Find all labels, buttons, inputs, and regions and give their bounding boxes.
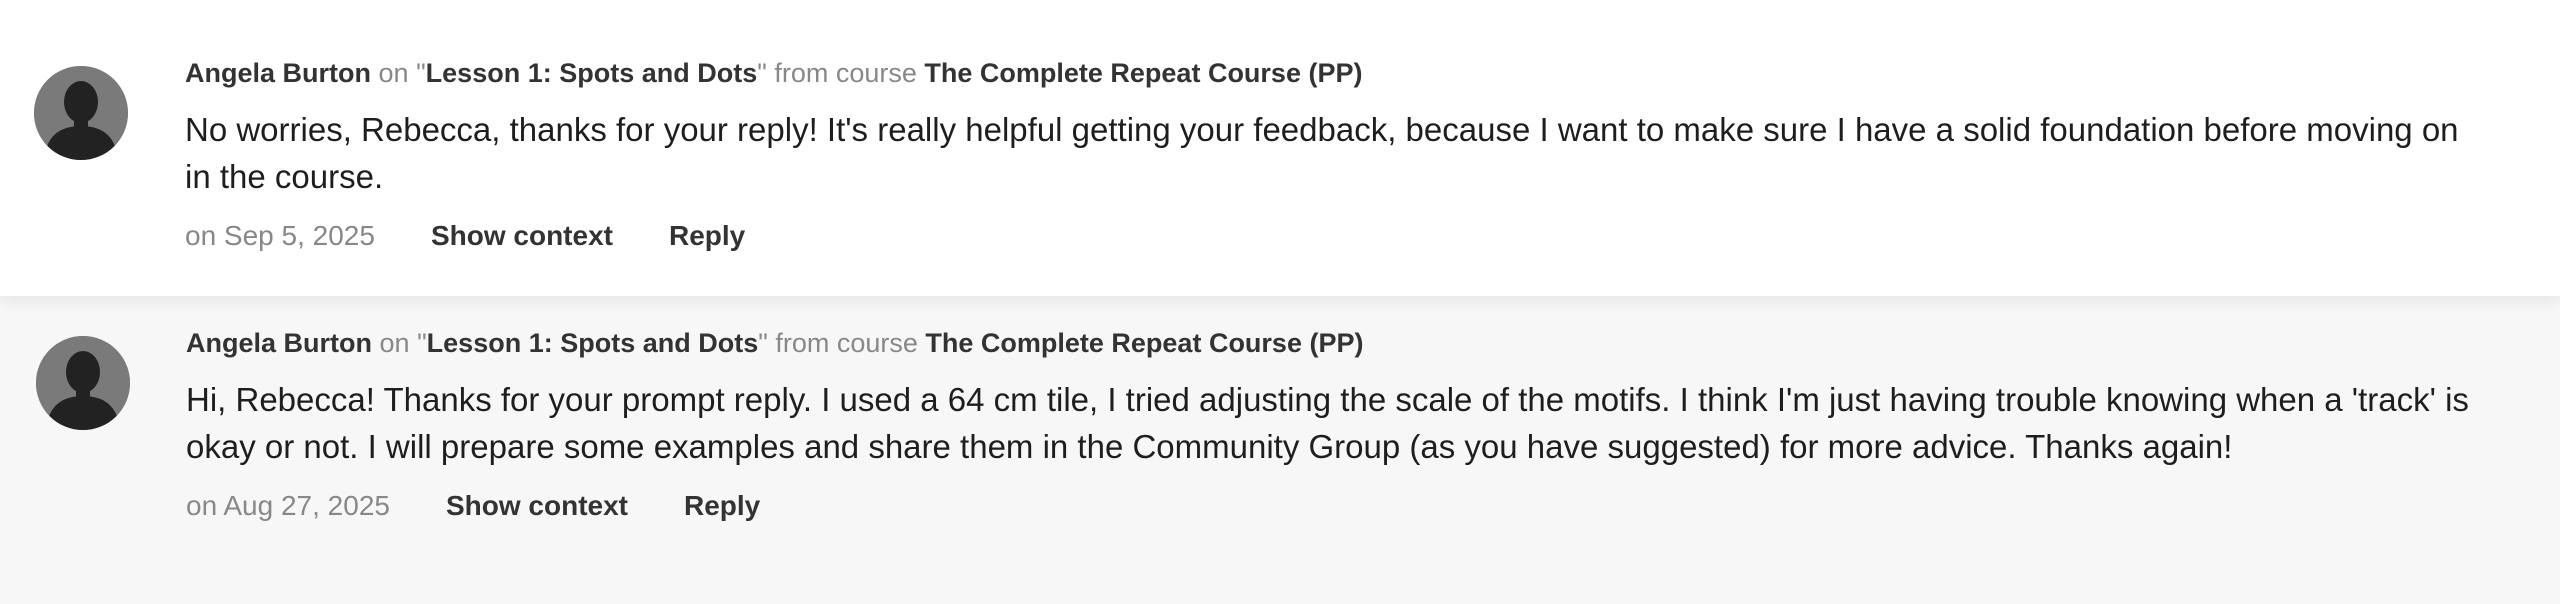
show-context-button[interactable]: Show context (431, 220, 613, 252)
lesson-quote-close: " (758, 328, 768, 358)
lesson-link[interactable]: Lesson 1: Spots and Dots (427, 328, 759, 358)
course-link[interactable]: The Complete Repeat Course (PP) (924, 58, 1362, 88)
comment-footer: on Sep 5, 2025 Show context Reply (185, 214, 2560, 258)
avatar[interactable] (36, 336, 130, 430)
from-course-word: from course (775, 328, 918, 358)
avatar[interactable] (34, 66, 128, 160)
comment-footer: on Aug 27, 2025 Show context Reply (186, 484, 2560, 528)
comment-meta: Angela Burton on "Lesson 1: Spots and Do… (185, 56, 2560, 90)
from-course-word: from course (774, 58, 917, 88)
comment-item: Angela Burton on "Lesson 1: Spots and Do… (0, 0, 2560, 296)
on-word: on (379, 328, 410, 358)
show-context-button[interactable]: Show context (446, 490, 628, 522)
user-silhouette-icon (36, 336, 130, 430)
lesson-quote-open: " (416, 58, 426, 88)
lesson-link[interactable]: Lesson 1: Spots and Dots (426, 58, 758, 88)
comment-text: Hi, Rebecca! Thanks for your prompt repl… (186, 381, 2469, 465)
course-link[interactable]: The Complete Repeat Course (PP) (925, 328, 1363, 358)
on-word: on (378, 58, 409, 88)
lesson-quote-open: " (417, 328, 427, 358)
reply-button[interactable]: Reply (669, 220, 745, 252)
author-name[interactable]: Angela Burton (186, 328, 372, 358)
reply-button[interactable]: Reply (684, 490, 760, 522)
author-name[interactable]: Angela Burton (185, 58, 371, 88)
comment-item: Angela Burton on "Lesson 1: Spots and Do… (0, 296, 2560, 604)
user-silhouette-icon (34, 66, 128, 160)
comment-date: on Sep 5, 2025 (185, 220, 375, 251)
comment-meta: Angela Burton on "Lesson 1: Spots and Do… (186, 326, 2560, 360)
comment-date: on Aug 27, 2025 (186, 490, 390, 521)
comment-body: Angela Burton on "Lesson 1: Spots and Do… (186, 326, 2560, 528)
lesson-quote-close: " (757, 58, 767, 88)
comment-text: No worries, Rebecca, thanks for your rep… (185, 111, 2459, 195)
comment-body: Angela Burton on "Lesson 1: Spots and Do… (185, 56, 2560, 258)
